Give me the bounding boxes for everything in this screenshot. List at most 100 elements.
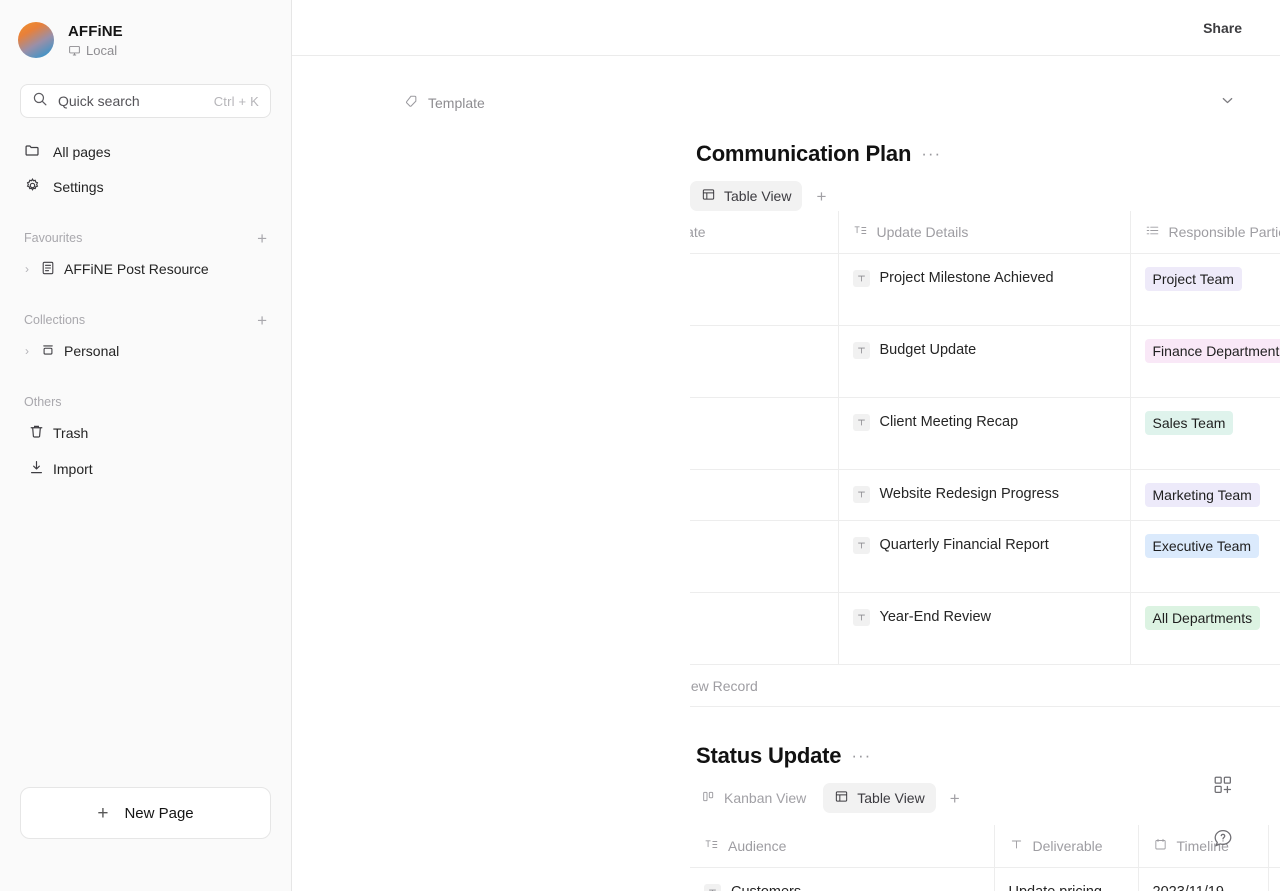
cell-text: Website Redesign Progress	[879, 485, 1059, 502]
tab-label: Table View	[857, 790, 925, 807]
cell-responsible-parties[interactable]: Executive Team	[1130, 520, 1280, 594]
cell-deliverable[interactable]: Update pricing	[994, 867, 1139, 891]
sidebar-item-settings[interactable]: Settings	[14, 171, 277, 203]
cell-responsible-parties[interactable]: Project Team	[1130, 253, 1280, 326]
chevron-right-icon[interactable]: ›	[22, 344, 32, 358]
tab-label: Table View	[724, 188, 792, 204]
add-block-icon[interactable]	[1210, 772, 1236, 798]
cell-update-details[interactable]: Quarterly Financial Report	[838, 520, 1131, 594]
floating-toolbar	[1210, 772, 1236, 851]
cell-update-details[interactable]: Website Redesign Progress	[838, 469, 1131, 522]
sidebar-item-import[interactable]: Import	[14, 453, 277, 485]
database2-title: Status Update	[696, 743, 842, 769]
table-row[interactable]: 1/05 Project Milestone Achieved Project Te…	[690, 253, 1280, 326]
text-cell-icon	[852, 413, 870, 431]
column-header-audience[interactable]: Audience	[690, 825, 995, 869]
cell-status[interactable]	[1268, 867, 1280, 891]
database1-more-button[interactable]: ···	[921, 145, 941, 162]
database1-view-tabs: Table View +	[690, 181, 1280, 211]
sidebar-item-label: Trash	[53, 425, 89, 441]
add-view-button[interactable]: +	[942, 790, 968, 807]
table-row[interactable]: 1/21 Website Redesign Progress Marketing T…	[690, 469, 1280, 522]
database1-new-record[interactable]: + New Record	[690, 665, 1280, 708]
column-header-update-details[interactable]: Update Details	[838, 211, 1131, 254]
cell-update-details[interactable]: Project Milestone Achieved	[838, 253, 1131, 326]
cell-responsible-parties[interactable]: All Departments	[1130, 592, 1280, 666]
cell-date[interactable]: 1/12	[690, 397, 839, 470]
cell-date[interactable]: 1/05	[690, 253, 839, 326]
table-row[interactable]: 1/09Budget UpdateFinance DepartmentWithi…	[690, 325, 1280, 398]
column-header-date[interactable]: Date	[690, 211, 839, 254]
template-tag-label: Template	[428, 95, 485, 111]
tab-table-view[interactable]: Table View	[823, 783, 936, 814]
column-header-responsible-parties[interactable]: Responsible Parties	[1130, 211, 1280, 254]
chevron-down-icon[interactable]	[1215, 88, 1240, 118]
table-view-icon	[834, 789, 849, 807]
cell-date[interactable]: 1/24	[690, 520, 839, 594]
workspace-mode-label: Local	[86, 42, 118, 58]
database1-scroll[interactable]: Date	[690, 211, 1280, 708]
tab-kanban-view[interactable]: Kanban View	[690, 783, 817, 813]
tag: All Departments	[1144, 606, 1261, 631]
sidebar-item-all-pages[interactable]: All pages	[14, 136, 277, 168]
title-icon	[704, 837, 719, 855]
page-icon	[40, 260, 56, 279]
workspace-mode: Local	[68, 43, 123, 58]
cell-responsible-parties[interactable]: Marketing Team	[1130, 469, 1280, 522]
favourites-section-header: Favourites +	[0, 227, 291, 249]
cell-update-details[interactable]: Budget Update	[838, 325, 1131, 398]
trash-icon	[28, 423, 45, 443]
calendar-icon	[1153, 837, 1168, 855]
text-cell-icon	[852, 485, 870, 503]
database1-table: Date	[690, 211, 1280, 666]
column-header-label: Date	[690, 224, 706, 240]
new-page-button[interactable]: + New Page	[20, 787, 271, 839]
monitor-icon	[68, 44, 81, 57]
share-button[interactable]: Share	[1193, 14, 1252, 42]
database1-title: Communication Plan	[696, 141, 912, 166]
sidebar-item-trash[interactable]: Trash	[14, 417, 277, 449]
table-row[interactable]: 2/31Year-End ReviewAll DepartmentsReflec…	[690, 592, 1280, 666]
collection-icon	[40, 342, 56, 361]
chevron-right-icon[interactable]: ›	[22, 262, 32, 276]
cell-text: Quarterly Financial Report	[879, 537, 1049, 554]
add-collection-button[interactable]: +	[257, 312, 267, 329]
add-view-button[interactable]: +	[808, 188, 834, 205]
table-header-row: Date	[690, 211, 1280, 254]
column-header-status[interactable]: Status	[1268, 825, 1280, 869]
cell-responsible-parties[interactable]: Finance Department	[1130, 325, 1280, 398]
database2-scroll[interactable]: Audience Deliverable Timeline	[690, 825, 1280, 891]
workspace-selector[interactable]: AFFiNE Local	[0, 0, 291, 68]
database2-more-button[interactable]: ···	[851, 747, 871, 764]
sidebar-item-label: Import	[53, 461, 93, 477]
cell-date[interactable]: 1/09	[690, 325, 839, 398]
column-header-deliverable[interactable]: Deliverable	[994, 825, 1139, 869]
cell-audience[interactable]: Customers	[690, 867, 995, 891]
cell-update-details[interactable]: Year-End Review	[838, 592, 1131, 666]
cell-date[interactable]: 1/21	[690, 469, 839, 522]
sidebar-item-affine-post-resource[interactable]: › AFFiNE Post Resource	[14, 253, 277, 285]
collections-section-header: Collections +	[0, 309, 291, 331]
cell-update-details[interactable]: Client Meeting Recap	[838, 397, 1131, 470]
table-view-icon	[701, 187, 716, 205]
add-favourite-button[interactable]: +	[257, 230, 267, 247]
kanban-view-icon	[701, 789, 716, 807]
cell-date[interactable]: 2/31	[690, 592, 839, 666]
help-icon[interactable]	[1210, 825, 1236, 851]
text-cell-icon	[704, 883, 721, 891]
quick-search-input[interactable]: Quick search Ctrl + K	[20, 84, 271, 118]
cell-responsible-parties[interactable]: Sales Team	[1130, 397, 1280, 470]
table-row[interactable]: 1/12Client Meeting RecapSales TeamClient…	[690, 397, 1280, 470]
column-header-label: Responsible Parties	[1168, 224, 1280, 240]
sidebar-item-personal[interactable]: › Personal	[14, 335, 277, 367]
template-tag[interactable]: Template	[404, 94, 485, 112]
tab-table-view[interactable]: Table View	[690, 181, 803, 211]
table-row[interactable]: 1/24 Quarterly Financial Report Executive …	[690, 520, 1280, 594]
cell-timeline[interactable]: 2023/11/19	[1138, 867, 1269, 891]
table-row[interactable]: Customers Update pricing2023/11/19	[690, 867, 1280, 891]
column-header-timeline[interactable]: Timeline	[1138, 825, 1269, 869]
plus-icon: +	[97, 802, 109, 824]
cell-text: Year-End Review	[879, 609, 992, 626]
sidebar: AFFiNE Local Quick search Ctrl + K All p…	[0, 0, 292, 891]
others-section-header: Others	[0, 391, 291, 413]
